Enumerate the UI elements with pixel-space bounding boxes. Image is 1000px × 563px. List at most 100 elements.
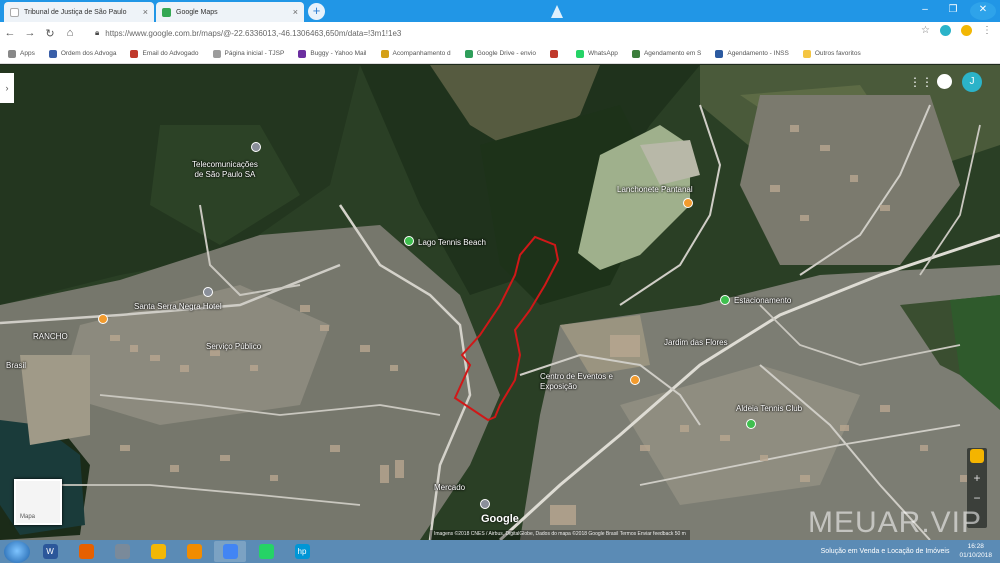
mercado-label[interactable]: Mercado	[434, 483, 465, 493]
home-icon[interactable]: ⌂	[60, 27, 80, 39]
food-marker-icon[interactable]	[683, 198, 693, 208]
address-bar[interactable]: 🔒︎ https://www.google.com.br/maps/@-22.6…	[95, 25, 940, 41]
bookmark-label: Ordem dos Advoga	[60, 50, 117, 57]
bookmark-item[interactable]: Acompanhamento d	[380, 49, 451, 58]
collapse-panel-button[interactable]: ›	[0, 73, 14, 103]
menu-icon[interactable]: ⋮	[982, 25, 992, 36]
bookmark-item[interactable]: Agendamento em S	[631, 49, 702, 58]
tools-app[interactable]	[106, 541, 138, 562]
place-marker-icon[interactable]	[251, 142, 261, 152]
account-avatar[interactable]: J	[962, 72, 982, 92]
bookmark-item[interactable]: Apps	[8, 49, 35, 58]
hp-app[interactable]: hp	[286, 541, 318, 562]
extension-icon[interactable]	[961, 25, 972, 36]
hotel-label[interactable]: Santa Serra Negra Hotel	[134, 302, 222, 312]
watermark: MEUAR.VIP	[808, 506, 983, 539]
bookmark-item[interactable]: Email do Advogado	[130, 49, 199, 58]
bookmark-item[interactable]: Google Drive - envio	[464, 49, 536, 58]
bookmark-item[interactable]: Página inicial - TJSP	[212, 49, 284, 58]
satellite-map[interactable]: › ⋮⋮ J Telecomunicações de São Paulo SA …	[0, 65, 1000, 540]
word-app[interactable]: W	[34, 541, 66, 562]
firefox-icon	[78, 544, 94, 559]
whatsapp-app[interactable]	[250, 541, 282, 562]
bookmark-item[interactable]: Buggy - Yahoo Mail	[298, 49, 367, 58]
bookmarks-bar: Apps Ordem dos Advoga Email do Advogado Pág…	[0, 44, 1000, 64]
pegman-icon[interactable]	[970, 449, 984, 463]
plus-icon[interactable]: +	[308, 3, 325, 20]
start-button[interactable]	[4, 540, 30, 563]
bookmark-item[interactable]	[549, 49, 562, 58]
apps-grid-icon[interactable]: ⋮⋮	[909, 76, 933, 88]
servico-publico-label[interactable]: Serviço Público	[206, 342, 261, 352]
bookmark-icon	[8, 49, 16, 58]
star-icon[interactable]: ☆	[921, 25, 930, 36]
map-layer-toggle[interactable]: Mapa	[14, 479, 62, 525]
bookmark-label: WhatsApp	[587, 50, 618, 57]
maximize-icon[interactable]: ❐	[942, 2, 964, 18]
bookmark-item[interactable]: Ordem dos Advoga	[48, 49, 117, 58]
tab-google-maps[interactable]: Google Maps ×	[156, 2, 304, 22]
firefox-app[interactable]	[70, 541, 102, 562]
minimize-icon[interactable]: –	[914, 2, 936, 18]
bookmark-icon	[298, 49, 307, 58]
bookmark-item[interactable]: WhatsApp	[575, 49, 618, 58]
bookmark-icon	[575, 49, 584, 58]
layer-label: Mapa	[20, 514, 36, 520]
tab-strip: Tribunal de Justiça de São Paulo × Googl…	[0, 0, 1000, 22]
lock-icon: 🔒︎	[95, 28, 100, 37]
close-icon[interactable]: ×	[293, 7, 298, 17]
park-marker-icon[interactable]	[720, 295, 730, 305]
address-text: https://www.google.com.br/maps/@-22.6336…	[105, 28, 402, 38]
place-marker-icon[interactable]	[630, 375, 640, 385]
map-attribution[interactable]: Imagens ©2018 CNES / Airbus, DigitalGlob…	[430, 530, 690, 540]
tab-tjsp[interactable]: Tribunal de Justiça de São Paulo ×	[4, 2, 154, 22]
place-marker-icon[interactable]	[98, 314, 108, 324]
park-marker-icon[interactable]	[746, 419, 756, 429]
eventos-label[interactable]: Centro de Eventos e Exposição	[540, 372, 630, 392]
notifications-icon[interactable]	[937, 74, 952, 89]
bookmark-item[interactable]: Outros favoritos	[802, 49, 861, 58]
tray-text: Solução em Venda e Locação de Imóveis	[820, 547, 950, 555]
bookmark-label: Agendamento em S	[643, 50, 702, 57]
google-logo: Google	[481, 513, 519, 525]
place-marker-icon[interactable]	[203, 287, 213, 297]
tools-icon	[114, 544, 130, 559]
tab-title: Google Maps	[176, 8, 218, 16]
close-window-icon[interactable]: ✕	[970, 2, 996, 20]
place-marker-icon[interactable]	[480, 499, 490, 509]
jardim-label[interactable]: Jardim das Flores	[664, 338, 728, 348]
toolbar-icons: ☆ ⋮	[921, 25, 992, 36]
estacionamento-label[interactable]: Estacionamento	[734, 296, 791, 306]
bookmark-label: Acompanhamento d	[392, 50, 451, 57]
extension-icon[interactable]	[940, 25, 951, 36]
back-icon[interactable]: ←	[0, 27, 20, 39]
clock-date: 01/10/2018	[959, 552, 992, 559]
park-marker-icon[interactable]	[404, 236, 414, 246]
close-icon[interactable]: ×	[143, 7, 148, 17]
brasil-label[interactable]: Brasil	[6, 361, 26, 371]
zoom-out-button[interactable]: −	[967, 488, 987, 508]
bookmark-label: Agendamento - INSS	[727, 50, 789, 57]
screen: Tribunal de Justiça de São Paulo × Googl…	[0, 0, 1000, 563]
bookmark-label: Email do Advogado	[142, 50, 199, 57]
forward-icon[interactable]: →	[20, 27, 40, 39]
maps-icon	[162, 7, 171, 17]
yellow-app[interactable]	[142, 541, 174, 562]
profile-icon[interactable]	[548, 2, 566, 20]
lanchonete-label[interactable]: Lanchonete Pantanal	[617, 185, 693, 195]
tennis-club-label[interactable]: Aldeia Tennis Club	[736, 404, 802, 414]
orange-app[interactable]	[178, 541, 210, 562]
chrome-app[interactable]	[214, 541, 246, 562]
bookmark-icon	[130, 49, 139, 58]
chrome-icon	[222, 544, 238, 559]
bookmark-icon	[549, 49, 558, 58]
reload-icon[interactable]: ↻	[40, 27, 60, 40]
bookmark-icon	[212, 49, 221, 58]
zoom-in-button[interactable]: +	[967, 468, 987, 488]
rancho-label[interactable]: RANCHO	[33, 332, 68, 342]
tennis-beach-label[interactable]: Lago Tennis Beach	[418, 238, 486, 248]
whatsapp-icon	[258, 544, 274, 559]
clock[interactable]: 16:28 01/10/2018	[959, 542, 992, 560]
telecom-label[interactable]: Telecomunicações de São Paulo SA	[192, 160, 258, 180]
bookmark-item[interactable]: Agendamento - INSS	[715, 49, 789, 58]
